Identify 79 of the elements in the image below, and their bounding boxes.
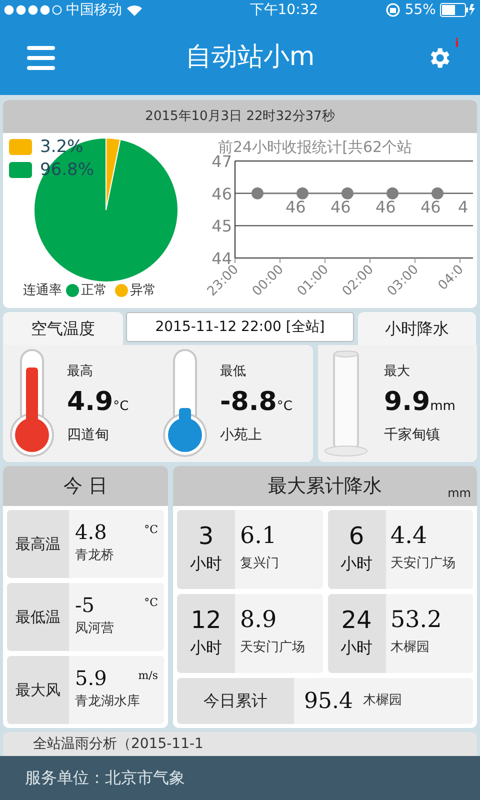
- data-point: [252, 187, 264, 200]
- analysis-title: 全站温雨分析（2015-11-1: [33, 734, 204, 754]
- station-name: 千家甸镇: [384, 426, 441, 444]
- signal-icon: [4, 5, 62, 15]
- info-mark: i: [454, 34, 459, 52]
- hours-unit: 小时: [190, 552, 222, 574]
- stat-value: 4.9: [67, 389, 114, 415]
- hours-value: 3: [198, 524, 214, 548]
- thermometer-icon: [9, 348, 55, 458]
- hours-unit: 小时: [340, 636, 372, 658]
- row-label: 最低温: [16, 606, 60, 628]
- row-value: 4.8: [75, 522, 107, 542]
- station-name: 小苑上: [220, 426, 263, 444]
- stat-label: 最大: [384, 362, 411, 380]
- stat-unit: mm: [430, 398, 456, 416]
- battery-percent: 55%: [404, 0, 436, 20]
- data-label: 46: [376, 197, 396, 216]
- station-name: 天安门广场: [240, 639, 306, 658]
- rain-value: 6.1: [240, 525, 278, 548]
- date-label: 2015-11-12 22:00 [全站]: [126, 312, 354, 342]
- hours-value: 6: [348, 524, 364, 548]
- row-label: 最大风: [16, 680, 60, 701]
- data-point: [386, 187, 398, 200]
- data-label: 46: [286, 197, 306, 216]
- wifi-icon: [126, 4, 143, 16]
- row-value: -5: [75, 595, 94, 616]
- stat-label: 最低: [220, 362, 247, 380]
- hours-value: 12: [190, 608, 222, 632]
- hours-unit: 小时: [340, 552, 372, 574]
- station-name: 青龙桥: [75, 547, 115, 566]
- station-name: 青龙湖水库: [75, 693, 141, 712]
- menu-button[interactable]: [27, 46, 55, 70]
- data-point: [296, 187, 308, 200]
- data-label: 4: [458, 197, 468, 216]
- row-unit: °C: [144, 522, 158, 538]
- legend-label: 正常: [81, 282, 107, 300]
- stat-label: 最高: [67, 362, 94, 380]
- station-name: 木樨园: [362, 692, 402, 710]
- carrier-name: 中国移动: [66, 0, 122, 20]
- rain-value: 4.4: [390, 525, 428, 548]
- rain-gauge-icon: [324, 350, 368, 458]
- data-label: 46: [420, 197, 441, 216]
- timestamp: 2015年10月3日 22时32分37秒: [145, 108, 335, 126]
- data-point: [432, 187, 444, 200]
- total-value: 95.4: [304, 688, 353, 716]
- app-title: 自动站小m: [185, 41, 315, 74]
- stat-value: -8.8: [220, 389, 277, 415]
- row-label: 最高温: [16, 534, 60, 555]
- data-point: [342, 187, 354, 200]
- data-label: 46: [330, 197, 351, 216]
- station-name: 木樨园: [390, 639, 430, 658]
- station-name: 复兴门: [240, 555, 280, 574]
- unit-label: mm: [448, 485, 471, 502]
- station-name: 天安门广场: [390, 555, 456, 574]
- y-tick-label: 45: [212, 216, 232, 236]
- row-unit: °C: [144, 595, 158, 612]
- hours-unit: 小时: [190, 636, 222, 658]
- row-value: 5.9: [75, 668, 107, 688]
- station-name: 凤河营: [75, 620, 115, 638]
- footer-text: 服务单位：北京市气象: [25, 767, 185, 789]
- rain-value: 8.9: [240, 609, 278, 632]
- hours-value: 24: [341, 608, 372, 632]
- chart-title: 前24小时收报统计[共62个站: [218, 138, 412, 156]
- legend-label: 异常: [130, 282, 156, 300]
- y-tick-label: 46: [212, 184, 232, 204]
- row-unit: m/s: [138, 668, 158, 684]
- panel-title: 最大累计降水: [268, 474, 382, 499]
- lock-rotation-icon: [384, 3, 401, 17]
- clock-time: 下午10:32: [250, 0, 318, 20]
- stat-unit: °C: [113, 398, 129, 416]
- stat-unit: °C: [276, 398, 292, 416]
- rain-value: 53.2: [390, 609, 443, 632]
- panel-title: 今 日: [63, 474, 108, 499]
- stat-value: 9.9: [384, 389, 430, 415]
- battery-icon: [440, 3, 476, 17]
- legend-caption: 连通率: [23, 282, 62, 300]
- thermometer-icon: [162, 348, 208, 458]
- total-label: 今日累计: [204, 690, 268, 712]
- station-name: 四道甸: [67, 426, 110, 444]
